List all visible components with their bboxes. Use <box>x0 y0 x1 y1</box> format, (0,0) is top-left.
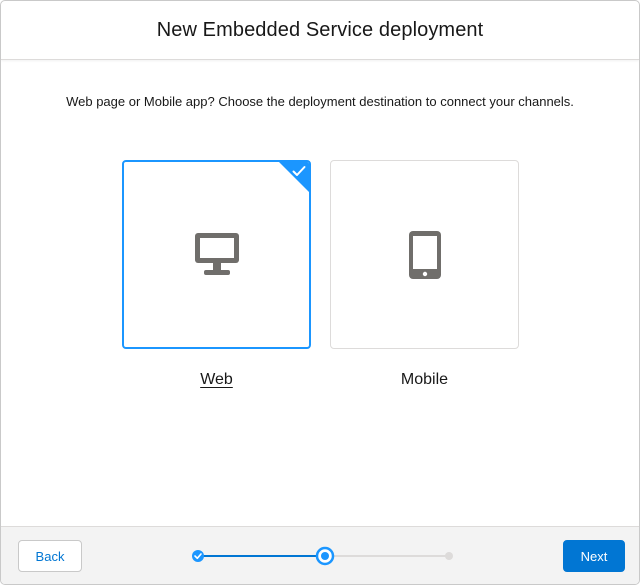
mobile-icon <box>408 230 441 279</box>
back-button[interactable]: Back <box>18 540 82 572</box>
next-button[interactable]: Next <box>563 540 625 572</box>
instruction-text: Web page or Mobile app? Choose the deplo… <box>66 94 574 109</box>
option-card-web[interactable] <box>122 160 311 349</box>
modal-title: New Embedded Service deployment <box>156 18 484 41</box>
progress-indicator <box>192 546 453 566</box>
option-label-mobile[interactable]: Mobile <box>330 371 519 389</box>
progress-step-1-complete[interactable] <box>192 550 204 562</box>
option-card-mobile[interactable] <box>330 160 519 349</box>
progress-step-2-current[interactable] <box>315 546 335 566</box>
modal-body: Web page or Mobile app? Choose the deplo… <box>1 60 639 525</box>
option-label-web[interactable]: Web <box>122 371 311 389</box>
deployment-modal: New Embedded Service deployment Web page… <box>0 0 640 585</box>
modal-header: New Embedded Service deployment <box>1 1 639 60</box>
check-icon <box>292 166 306 176</box>
modal-footer: Back Next <box>1 526 639 584</box>
progress-step-3-incomplete[interactable] <box>445 552 453 560</box>
desktop-icon <box>194 232 239 275</box>
